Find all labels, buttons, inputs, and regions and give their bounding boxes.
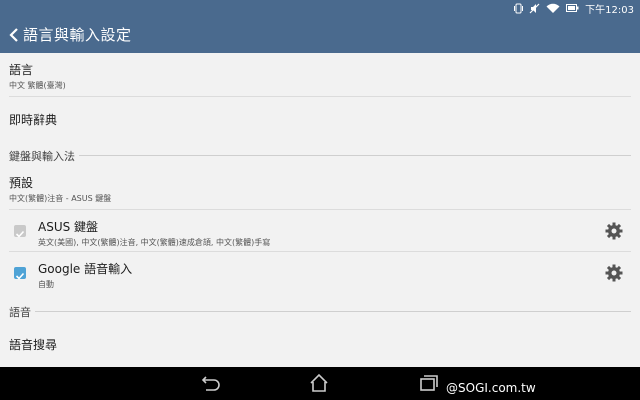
keyboard-section-label: 鍵盤與輸入法: [9, 148, 79, 164]
settings-list: 語言 中文 繁體(臺灣) 即時辭典 鍵盤與輸入法 預設 中文(繁體)注音 - A…: [0, 53, 640, 367]
navigation-bar: [0, 367, 640, 400]
speech-section-header: 語音: [9, 304, 631, 320]
voice-search-setting[interactable]: 語音搜尋: [9, 336, 631, 353]
gear-icon[interactable]: [605, 222, 623, 240]
check-icon: [15, 230, 25, 238]
nav-back-icon[interactable]: [200, 373, 222, 393]
google-voice-title: Google 語音輸入: [38, 262, 133, 276]
vibrate-icon: [514, 3, 524, 14]
asus-keyboard-checkbox[interactable]: [14, 225, 26, 238]
dictionary-title: 即時辭典: [9, 113, 58, 127]
google-voice-checkbox[interactable]: [14, 267, 26, 280]
keyboard-section-header: 鍵盤與輸入法: [9, 148, 631, 164]
asus-keyboard-summary: 英文(美國), 中文(繁體)注音, 中文(繁體)速成倉頡, 中文(繁體)手寫: [38, 238, 271, 247]
watermark: @SOGI.com.tw: [446, 381, 536, 395]
status-bar: 下午12:03: [0, 0, 640, 16]
google-voice-summary: 自動: [38, 280, 54, 289]
language-setting[interactable]: 語言 中文 繁體(臺灣): [9, 61, 631, 91]
back-arrow-icon[interactable]: [6, 24, 22, 46]
check-icon: [15, 272, 25, 280]
page-title: 語言與輸入設定: [23, 26, 132, 44]
speech-section-label: 語音: [9, 304, 35, 320]
divider: [9, 96, 631, 97]
mute-icon: [529, 3, 540, 14]
wifi-icon: [546, 3, 560, 14]
dictionary-setting[interactable]: 即時辭典: [9, 111, 631, 128]
battery-icon: [566, 4, 579, 12]
section-divider: [9, 155, 631, 156]
divider: [9, 209, 631, 210]
nav-home-icon[interactable]: [308, 373, 330, 393]
nav-recents-icon[interactable]: [418, 373, 440, 393]
divider: [9, 251, 631, 252]
language-title: 語言: [9, 63, 34, 77]
action-bar: 語言與輸入設定: [0, 16, 640, 53]
default-ime-value: 中文(繁體)注音 - ASUS 鍵盤: [9, 194, 112, 203]
google-voice-setting[interactable]: Google 語音輸入 自動: [38, 260, 588, 290]
gear-icon[interactable]: [605, 264, 623, 282]
asus-keyboard-setting[interactable]: ASUS 鍵盤 英文(美國), 中文(繁體)注音, 中文(繁體)速成倉頡, 中文…: [38, 218, 588, 248]
section-divider: [9, 311, 631, 312]
language-value: 中文 繁體(臺灣): [9, 81, 66, 90]
status-time: 下午12:03: [585, 4, 634, 16]
asus-keyboard-title: ASUS 鍵盤: [38, 220, 99, 234]
default-ime-setting[interactable]: 預設 中文(繁體)注音 - ASUS 鍵盤: [9, 174, 631, 204]
default-ime-title: 預設: [9, 176, 34, 190]
voice-search-title: 語音搜尋: [9, 338, 58, 352]
